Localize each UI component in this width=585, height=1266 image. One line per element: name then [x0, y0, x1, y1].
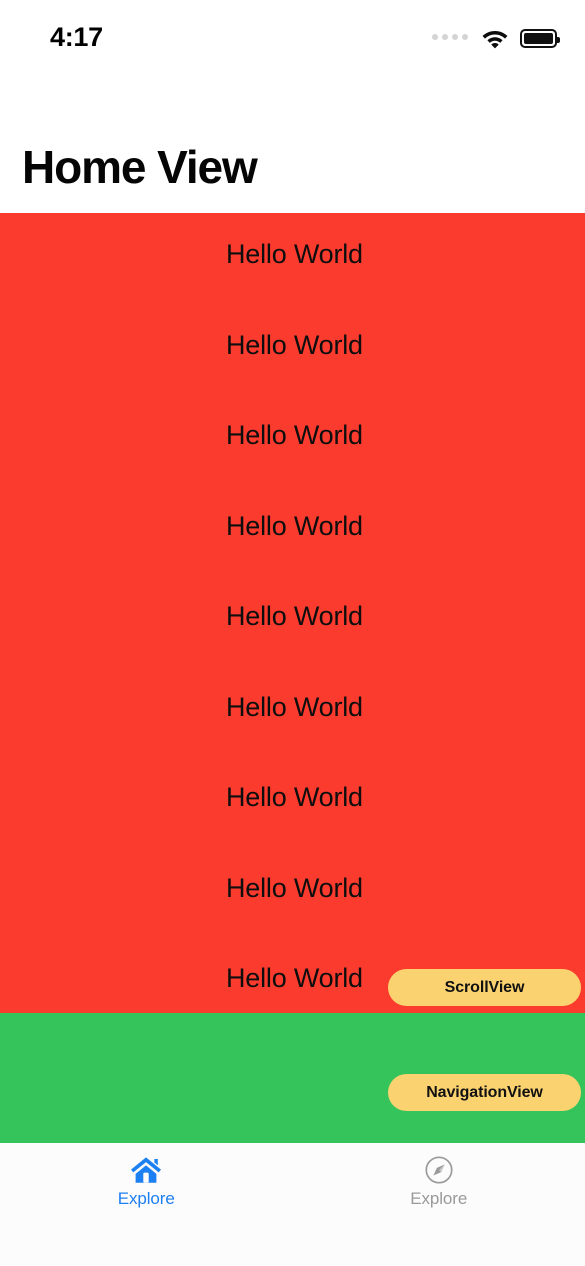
status-bar-indicators [432, 24, 560, 52]
scrollview-button[interactable]: ScrollView [388, 969, 581, 1006]
list-item: Hello World [226, 330, 363, 360]
list-item: Hello World [226, 420, 363, 450]
compass-icon [422, 1153, 456, 1187]
list-item: Hello World [226, 239, 363, 269]
list-item: Hello World [226, 873, 363, 903]
tab-bar: Explore Explore [0, 1143, 585, 1266]
tab-bar-items: Explore Explore [0, 1143, 585, 1228]
tab-explore-home[interactable]: Explore [0, 1143, 293, 1228]
tab-label: Explore [410, 1189, 468, 1208]
list-item: Hello World [226, 782, 363, 812]
navigation-bar: Home View [0, 62, 585, 213]
wifi-icon [481, 28, 509, 49]
tab-label: Explore [117, 1189, 175, 1208]
list-item: Hello World [226, 692, 363, 722]
navigationview-button[interactable]: NavigationView [388, 1074, 581, 1111]
status-bar-time: 4:17 [50, 22, 103, 52]
battery-full-icon [520, 28, 560, 48]
page-title: Home View [22, 141, 258, 193]
list-item: Hello World [226, 511, 363, 541]
tab-explore-compass[interactable]: Explore [293, 1143, 585, 1228]
status-bar: 4:17 [0, 0, 585, 62]
list-item: Hello World [226, 963, 363, 993]
house-fill-icon [129, 1153, 163, 1187]
scroll-view-red-region[interactable]: Hello World Hello World Hello World Hell… [0, 213, 585, 1013]
list-item: Hello World [226, 601, 363, 631]
signal-dots-icon [432, 34, 468, 42]
phone-screen: 4:17 Home View Hello World Hello World H… [0, 0, 585, 1266]
